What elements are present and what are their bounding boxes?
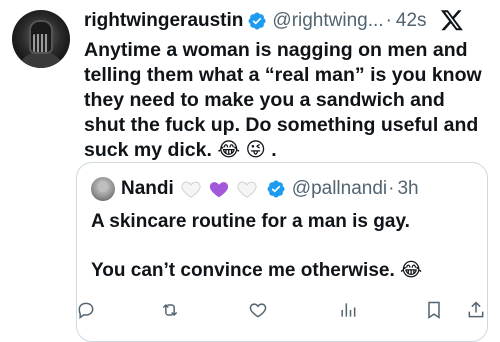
handle[interactable]: @rightwing... [272,10,383,32]
quoted-header: Nandi @pallnandi · 3h [121,176,419,202]
bookmark-icon[interactable] [424,300,444,320]
quoted-text-line-1: A skincare routine for a man is gay. [91,211,410,232]
share-icon[interactable] [466,300,486,320]
like-icon[interactable] [248,300,268,320]
quoted-avatar-face [98,181,108,192]
avatar-mask-grill [33,34,49,52]
quoted-handle[interactable]: @pallnandi [292,178,387,200]
separator-dot: · [385,10,392,31]
purple-heart-icon [209,182,228,198]
reply-icon[interactable] [76,300,96,320]
x-logo-icon [440,10,463,31]
avatar[interactable] [12,10,70,68]
white-heart-icon [181,181,201,198]
repost-icon[interactable] [160,300,180,320]
tweet-text: Anytime a woman is nagging on men and te… [84,39,482,161]
white-heart-icon [237,181,257,198]
quoted-display-name[interactable]: Nandi [121,178,174,200]
display-name[interactable]: rightwingeraustin [84,10,243,32]
quoted-avatar[interactable] [91,177,115,201]
avatar-shoulders [18,52,64,68]
separator-dot: · [388,178,395,199]
tweet-header: rightwingeraustin @rightwing... · 42s [84,8,427,34]
timestamp[interactable]: 42s [396,10,427,32]
quoted-timestamp[interactable]: 3h [397,178,418,200]
quoted-text-line-2: You can’t convince me otherwise. 😂 [91,260,423,281]
verified-badge-icon [267,180,285,198]
views-icon[interactable] [338,300,358,320]
action-bar [76,300,496,320]
verified-badge-icon [248,12,266,30]
